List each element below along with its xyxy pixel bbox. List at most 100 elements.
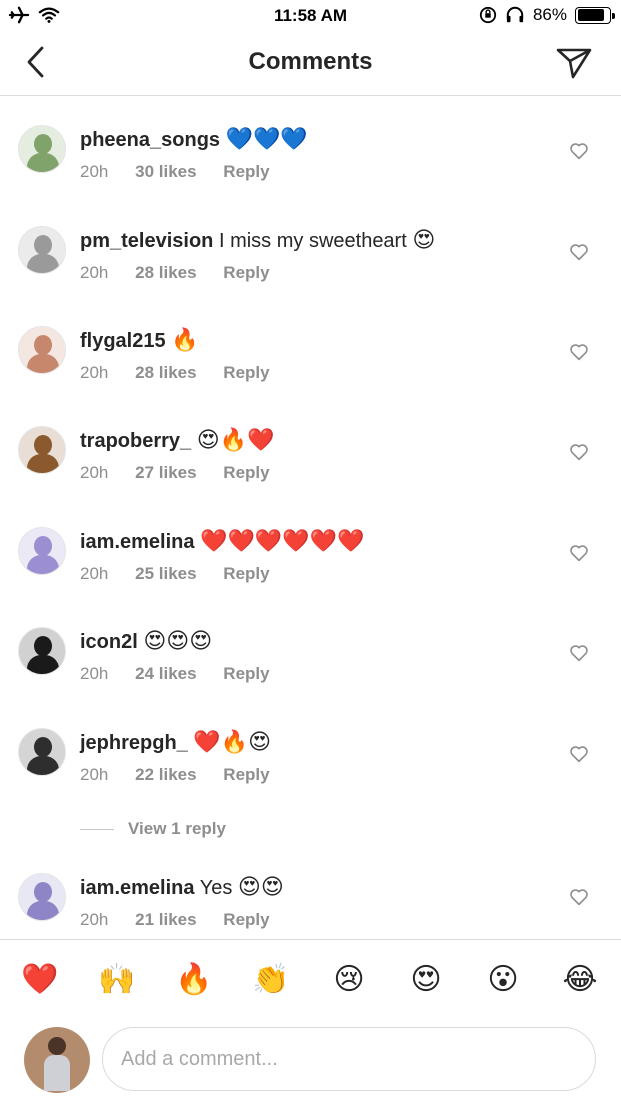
comment-input[interactable] xyxy=(102,1027,596,1091)
comment-avatar[interactable] xyxy=(18,426,66,474)
reply-button[interactable]: Reply xyxy=(223,664,269,683)
header: Comments xyxy=(0,32,621,96)
comment-time: 20h xyxy=(80,910,109,929)
comment-likes[interactable]: 28 likes xyxy=(135,263,196,282)
comment-meta: 20h 21 likes Reply xyxy=(80,909,292,931)
comment-text-line: flygal215 🔥 xyxy=(80,328,199,354)
like-button[interactable] xyxy=(567,240,591,264)
comment-text-line: trapoberry_ 😍🔥❤️ xyxy=(80,428,274,454)
comment-item[interactable]: pm_television I miss my sweetheart 😍 20h… xyxy=(0,226,621,320)
avatar-body xyxy=(27,153,59,172)
reply-button[interactable]: Reply xyxy=(223,564,269,583)
quick-emoji-button[interactable]: ❤️ xyxy=(20,960,60,1000)
heart-outline-icon xyxy=(570,889,588,906)
comment-avatar[interactable] xyxy=(18,873,66,921)
like-button[interactable] xyxy=(567,340,591,364)
comment-likes[interactable]: 28 likes xyxy=(135,363,196,382)
comment-time: 20h xyxy=(80,162,109,181)
comment-username[interactable]: flygal215 xyxy=(80,330,166,352)
avatar-head xyxy=(34,134,52,154)
comment-likes[interactable]: 21 likes xyxy=(135,910,196,929)
like-button[interactable] xyxy=(567,885,591,909)
status-bar: 11:58 AM 86% xyxy=(0,0,621,32)
heart-outline-icon xyxy=(570,244,588,261)
comment-likes[interactable]: 30 likes xyxy=(135,162,196,181)
quick-emoji-button[interactable]: 😢 xyxy=(329,960,369,1000)
comment-time: 20h xyxy=(80,564,109,583)
comment-emoji: 😍🔥❤️ xyxy=(196,428,275,453)
comment-text: Yes xyxy=(199,877,233,899)
comment-likes[interactable]: 25 likes xyxy=(135,564,196,583)
view-replies-label: View 1 reply xyxy=(128,819,226,838)
reply-button[interactable]: Reply xyxy=(223,765,269,784)
view-replies-button[interactable]: View 1 reply xyxy=(80,819,226,839)
reply-button[interactable]: Reply xyxy=(223,162,269,181)
comment-username[interactable]: iam.emelina xyxy=(80,531,195,553)
battery-percent: 86% xyxy=(532,5,567,24)
avatar-head xyxy=(34,435,52,455)
comment-avatar[interactable] xyxy=(18,125,66,173)
comment-item[interactable]: trapoberry_ 😍🔥❤️ 20h 27 likes Reply xyxy=(0,426,621,520)
comment-text-line: pheena_songs 💙💙💙 xyxy=(80,127,308,153)
avatar-head xyxy=(34,335,52,355)
comment-text-line: icon2l 😍😍😍 xyxy=(80,629,212,655)
comment-meta: 20h 30 likes Reply xyxy=(80,161,292,183)
comment-username[interactable]: pm_television xyxy=(80,230,213,252)
reply-button[interactable]: Reply xyxy=(223,363,269,382)
comment-username[interactable]: jephrepgh_ xyxy=(80,732,188,754)
paper-plane-icon xyxy=(556,48,592,79)
quick-emoji-button[interactable]: 👏 xyxy=(251,960,291,1000)
like-button[interactable] xyxy=(567,742,591,766)
avatar-body xyxy=(27,354,59,373)
comment-likes[interactable]: 22 likes xyxy=(135,765,196,784)
comment-item[interactable]: iam.emelina ❤️❤️❤️❤️❤️❤️ 20h 25 likes Re… xyxy=(0,527,621,621)
quick-emoji-button[interactable]: 😍 xyxy=(406,960,446,1000)
comment-item[interactable]: flygal215 🔥 20h 28 likes Reply xyxy=(0,326,621,420)
comment-composer xyxy=(0,1019,621,1104)
avatar-head xyxy=(34,235,52,255)
avatar-body xyxy=(27,756,59,775)
like-button[interactable] xyxy=(567,541,591,565)
comment-username[interactable]: iam.emelina xyxy=(80,877,195,899)
avatar-head xyxy=(34,536,52,556)
avatar-head xyxy=(34,636,52,656)
reply-button[interactable]: Reply xyxy=(223,263,269,282)
quick-emoji-button[interactable]: 😂 xyxy=(560,960,600,1000)
comments-list[interactable]: pheena_songs 💙💙💙 20h 30 likes Reply pm_t… xyxy=(0,97,621,939)
headphones-icon xyxy=(506,6,524,23)
like-button[interactable] xyxy=(567,139,591,163)
comment-item[interactable]: jephrepgh_ ❤️🔥😍 20h 22 likes Reply xyxy=(0,728,621,822)
comment-item[interactable]: iam.emelina Yes 😍😍 20h 21 likes Reply xyxy=(0,873,621,939)
comment-emoji: 💙💙💙 xyxy=(225,127,308,152)
comment-emoji: 🔥 xyxy=(171,328,199,353)
comment-item[interactable]: icon2l 😍😍😍 20h 24 likes Reply xyxy=(0,627,621,721)
comment-item[interactable]: pheena_songs 💙💙💙 20h 30 likes Reply xyxy=(0,125,621,219)
comment-text-line: pm_television I miss my sweetheart 😍 xyxy=(80,228,435,254)
like-button[interactable] xyxy=(567,641,591,665)
comment-likes[interactable]: 27 likes xyxy=(135,463,196,482)
reply-button[interactable]: Reply xyxy=(223,910,269,929)
comment-time: 20h xyxy=(80,263,109,282)
comment-avatar[interactable] xyxy=(18,728,66,776)
share-button[interactable] xyxy=(555,44,593,82)
comment-avatar[interactable] xyxy=(18,627,66,675)
heart-outline-icon xyxy=(570,444,588,461)
quick-emoji-button[interactable]: 🔥 xyxy=(174,960,214,1000)
comment-username[interactable]: pheena_songs xyxy=(80,129,220,151)
avatar-body xyxy=(27,655,59,674)
like-button[interactable] xyxy=(567,440,591,464)
battery-tip xyxy=(612,12,615,19)
reply-button[interactable]: Reply xyxy=(223,463,269,482)
comment-time: 20h xyxy=(80,463,109,482)
comment-username[interactable]: trapoberry_ xyxy=(80,430,191,452)
comment-avatar[interactable] xyxy=(18,527,66,575)
quick-emoji-button[interactable]: 🙌 xyxy=(97,960,137,1000)
comment-avatar[interactable] xyxy=(18,226,66,274)
comment-likes[interactable]: 24 likes xyxy=(135,664,196,683)
comment-avatar[interactable] xyxy=(18,326,66,374)
quick-emoji-button[interactable]: 😮 xyxy=(483,960,523,1000)
comment-meta: 20h 27 likes Reply xyxy=(80,462,292,484)
page-title: Comments xyxy=(248,48,373,75)
comment-username[interactable]: icon2l xyxy=(80,631,138,653)
heart-outline-icon xyxy=(570,545,588,562)
